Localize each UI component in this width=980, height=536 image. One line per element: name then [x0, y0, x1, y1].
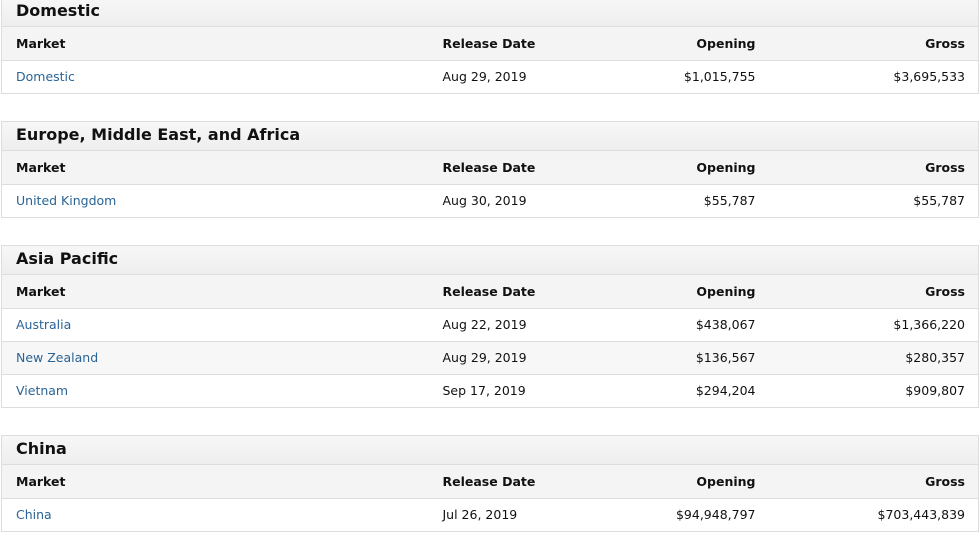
opening-cell: $55,787	[587, 184, 768, 218]
region-title: Europe, Middle East, and Africa	[1, 121, 979, 151]
market-link[interactable]: Australia	[16, 317, 71, 332]
column-header-gross: Gross	[767, 27, 979, 61]
table-row: New Zealand Aug 29, 2019 $136,567 $280,3…	[1, 341, 979, 375]
release-date-cell: Aug 30, 2019	[427, 184, 588, 218]
column-header-market: Market	[1, 27, 428, 61]
column-header-release-date: Release Date	[427, 151, 588, 185]
gross-cell: $703,443,839	[767, 498, 979, 532]
market-cell: Domestic	[1, 60, 428, 94]
column-header-release-date: Release Date	[427, 465, 588, 499]
region-title: Asia Pacific	[1, 245, 979, 275]
opening-cell: $1,015,755	[587, 60, 768, 94]
table-row: Vietnam Sep 17, 2019 $294,204 $909,807	[1, 374, 979, 408]
table-header-row: Market Release Date Opening Gross	[1, 27, 979, 61]
opening-cell: $294,204	[587, 374, 768, 408]
column-header-opening: Opening	[587, 151, 768, 185]
region-table: Market Release Date Opening Gross China …	[1, 465, 979, 532]
region-domestic: Domestic Market Release Date Opening Gro…	[1, 0, 979, 94]
table-header-row: Market Release Date Opening Gross	[1, 151, 979, 185]
market-cell: New Zealand	[1, 341, 428, 375]
column-header-gross: Gross	[767, 275, 979, 309]
gross-cell: $1,366,220	[767, 308, 979, 342]
region-title: Domestic	[1, 0, 979, 27]
table-header-row: Market Release Date Opening Gross	[1, 465, 979, 499]
release-date-cell: Aug 22, 2019	[427, 308, 588, 342]
table-row: China Jul 26, 2019 $94,948,797 $703,443,…	[1, 498, 979, 532]
gross-cell: $55,787	[767, 184, 979, 218]
gross-cell: $280,357	[767, 341, 979, 375]
column-header-opening: Opening	[587, 275, 768, 309]
opening-cell: $136,567	[587, 341, 768, 375]
column-header-gross: Gross	[767, 151, 979, 185]
table-row: Australia Aug 22, 2019 $438,067 $1,366,2…	[1, 308, 979, 342]
column-header-opening: Opening	[587, 465, 768, 499]
market-cell: United Kingdom	[1, 184, 428, 218]
column-header-release-date: Release Date	[427, 275, 588, 309]
column-header-market: Market	[1, 275, 428, 309]
release-date-cell: Aug 29, 2019	[427, 341, 588, 375]
opening-cell: $94,948,797	[587, 498, 768, 532]
release-date-cell: Sep 17, 2019	[427, 374, 588, 408]
region-china: China Market Release Date Opening Gross …	[1, 435, 979, 532]
market-cell: Australia	[1, 308, 428, 342]
table-row: Domestic Aug 29, 2019 $1,015,755 $3,695,…	[1, 60, 979, 94]
region-table: Market Release Date Opening Gross United…	[1, 151, 979, 218]
opening-cell: $438,067	[587, 308, 768, 342]
gross-cell: $3,695,533	[767, 60, 979, 94]
market-link[interactable]: United Kingdom	[16, 193, 116, 208]
market-link[interactable]: New Zealand	[16, 350, 98, 365]
market-link[interactable]: China	[16, 507, 52, 522]
table-header-row: Market Release Date Opening Gross	[1, 275, 979, 309]
column-header-opening: Opening	[587, 27, 768, 61]
column-header-gross: Gross	[767, 465, 979, 499]
table-row: United Kingdom Aug 30, 2019 $55,787 $55,…	[1, 184, 979, 218]
column-header-market: Market	[1, 151, 428, 185]
region-table: Market Release Date Opening Gross Austra…	[1, 275, 979, 408]
market-cell: China	[1, 498, 428, 532]
region-emea: Europe, Middle East, and Africa Market R…	[1, 121, 979, 218]
column-header-market: Market	[1, 465, 428, 499]
gross-cell: $909,807	[767, 374, 979, 408]
region-asia-pacific: Asia Pacific Market Release Date Opening…	[1, 245, 979, 408]
market-cell: Vietnam	[1, 374, 428, 408]
region-table: Market Release Date Opening Gross Domest…	[1, 27, 979, 94]
column-header-release-date: Release Date	[427, 27, 588, 61]
market-link[interactable]: Vietnam	[16, 383, 68, 398]
release-date-cell: Aug 29, 2019	[427, 60, 588, 94]
release-date-cell: Jul 26, 2019	[427, 498, 588, 532]
market-link[interactable]: Domestic	[16, 69, 75, 84]
region-title: China	[1, 435, 979, 465]
